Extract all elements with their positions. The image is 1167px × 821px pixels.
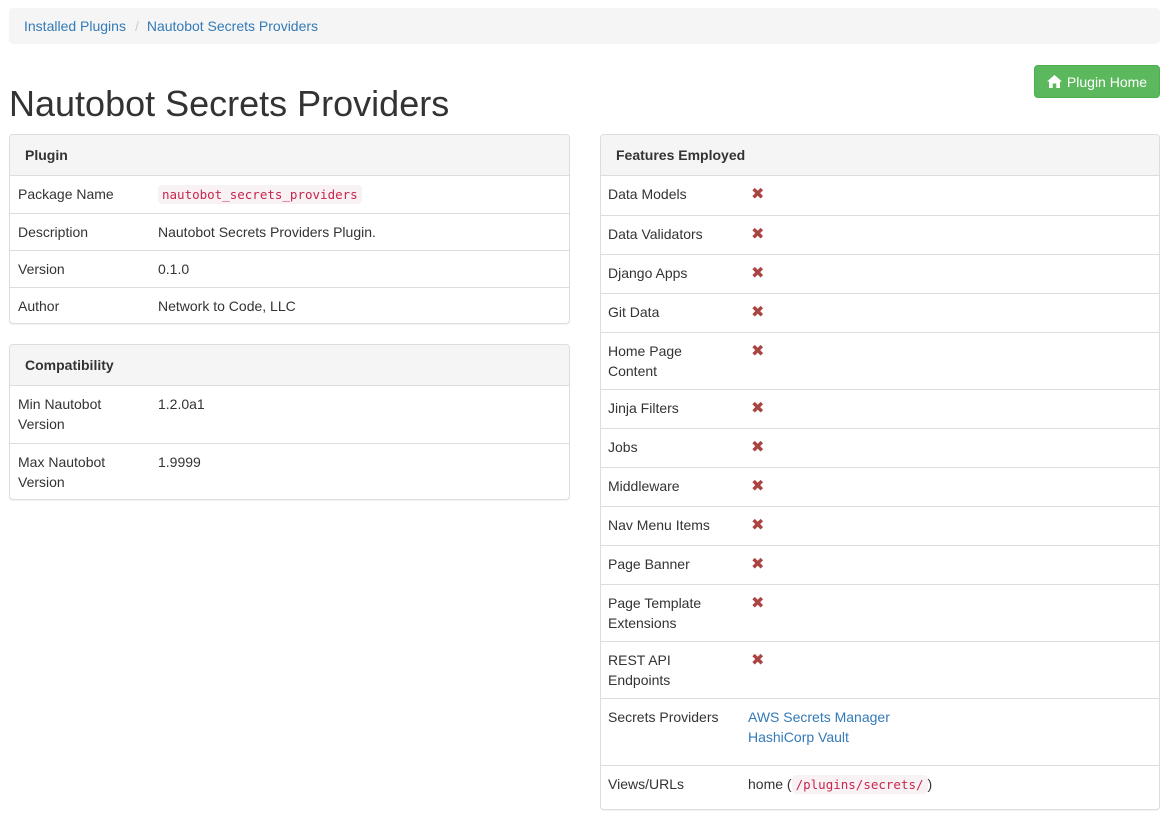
plugin-home-button[interactable]: Plugin Home	[1034, 65, 1160, 98]
feature-label: REST API Endpoints	[608, 652, 671, 688]
breadcrumb-installed-plugins[interactable]: Installed Plugins	[24, 16, 126, 36]
feature-label: Data Validators	[608, 226, 703, 242]
feature-label: Nav Menu Items	[608, 517, 710, 533]
table-row: Package Name nautobot_secrets_providers	[10, 176, 569, 213]
table-row: Django Apps ✖	[601, 254, 1159, 293]
table-row: Nav Menu Items ✖	[601, 506, 1159, 545]
breadcrumb-separator: /	[134, 18, 139, 34]
row-label: Package Name	[18, 186, 114, 202]
view-name: home	[748, 776, 784, 792]
table-row: Jinja Filters ✖	[601, 389, 1159, 428]
page-title: Nautobot Secrets Providers	[9, 83, 450, 124]
cross-icon: ✖	[751, 556, 765, 573]
view-close-paren: )	[927, 776, 933, 792]
table-row: Data Models ✖	[601, 176, 1159, 215]
table-row: Version 0.1.0	[10, 250, 569, 287]
cross-icon: ✖	[751, 478, 765, 495]
compatibility-panel-heading: Compatibility	[10, 345, 569, 386]
features-table: Data Models ✖ Data Validators ✖ Django A…	[601, 176, 1159, 809]
feature-label: Jobs	[608, 439, 638, 455]
features-panel-heading: Features Employed	[601, 135, 1159, 176]
compatibility-table: Min Nautobot Version 1.2.0a1 Max Nautobo…	[10, 386, 569, 499]
secrets-providers-list: AWS Secrets Manager HashiCorp Vault	[748, 707, 1152, 757]
breadcrumb: Installed Plugins / Nautobot Secrets Pro…	[9, 8, 1160, 44]
plugin-home-label: Plugin Home	[1066, 73, 1148, 90]
table-row: Home Page Content ✖	[601, 332, 1159, 389]
feature-label: Secrets Providers	[608, 709, 719, 725]
features-panel: Features Employed Data Models ✖ Data Val…	[600, 134, 1160, 810]
cross-icon: ✖	[751, 595, 765, 612]
feature-label: Home Page Content	[608, 343, 682, 379]
table-row: Middleware ✖	[601, 467, 1159, 506]
table-row: Views/URLs home (/plugins/secrets/)	[601, 765, 1159, 809]
feature-label: Data Models	[608, 186, 687, 202]
row-label: Version	[18, 261, 65, 277]
table-row: REST API Endpoints ✖	[601, 641, 1159, 698]
cross-icon: ✖	[751, 186, 765, 203]
table-row: Description Nautobot Secrets Providers P…	[10, 213, 569, 250]
feature-label: Jinja Filters	[608, 400, 679, 416]
aws-secrets-manager-link[interactable]: AWS Secrets Manager	[748, 707, 1152, 727]
row-value: 1.2.0a1	[158, 396, 205, 412]
plugin-panel: Plugin Package Name nautobot_secrets_pro…	[9, 134, 570, 324]
cross-icon: ✖	[751, 517, 765, 534]
table-row: Page Banner ✖	[601, 545, 1159, 584]
row-value: Nautobot Secrets Providers Plugin.	[158, 224, 376, 240]
feature-label: Django Apps	[608, 265, 688, 281]
table-row: Min Nautobot Version 1.2.0a1	[10, 386, 569, 443]
row-label: Max Nautobot Version	[18, 454, 106, 490]
cross-icon: ✖	[751, 652, 765, 669]
row-label: Description	[18, 224, 89, 240]
cross-icon: ✖	[751, 439, 765, 456]
breadcrumb-current-plugin[interactable]: Nautobot Secrets Providers	[147, 16, 318, 36]
row-label: Author	[18, 298, 60, 314]
table-row: Page Template Extensions ✖	[601, 584, 1159, 641]
plugin-table: Package Name nautobot_secrets_providers …	[10, 176, 569, 323]
feature-label: Git Data	[608, 304, 660, 320]
home-icon	[1046, 75, 1062, 88]
table-row: Jobs ✖	[601, 428, 1159, 467]
plugin-panel-heading: Plugin	[10, 135, 569, 176]
views-value: home (/plugins/secrets/)	[748, 774, 1152, 801]
cross-icon: ✖	[751, 400, 765, 417]
view-open-paren: (	[783, 776, 792, 792]
cross-icon: ✖	[751, 304, 765, 321]
view-path-code: /plugins/secrets/	[791, 775, 928, 794]
row-value: nautobot_secrets_providers	[158, 184, 561, 205]
row-label: Min Nautobot Version	[18, 396, 102, 432]
table-row: Git Data ✖	[601, 293, 1159, 332]
cross-icon: ✖	[751, 265, 765, 282]
table-row: Max Nautobot Version 1.9999	[10, 443, 569, 499]
table-row: Author Network to Code, LLC	[10, 287, 569, 323]
feature-label: Views/URLs	[608, 776, 684, 792]
feature-label: Page Template Extensions	[608, 595, 702, 631]
cross-icon: ✖	[751, 343, 765, 360]
feature-label: Middleware	[608, 478, 680, 494]
compatibility-panel: Compatibility Min Nautobot Version 1.2.0…	[9, 344, 570, 500]
cross-icon: ✖	[751, 226, 765, 243]
package-name-code: nautobot_secrets_providers	[158, 185, 362, 204]
feature-label: Page Banner	[608, 556, 690, 572]
table-row: Secrets Providers AWS Secrets Manager Ha…	[601, 698, 1159, 765]
row-value: Network to Code, LLC	[158, 298, 296, 314]
row-value: 1.9999	[158, 454, 201, 470]
row-value: 0.1.0	[158, 261, 190, 277]
table-row: Data Validators ✖	[601, 215, 1159, 254]
hashicorp-vault-link[interactable]: HashiCorp Vault	[748, 727, 1152, 747]
